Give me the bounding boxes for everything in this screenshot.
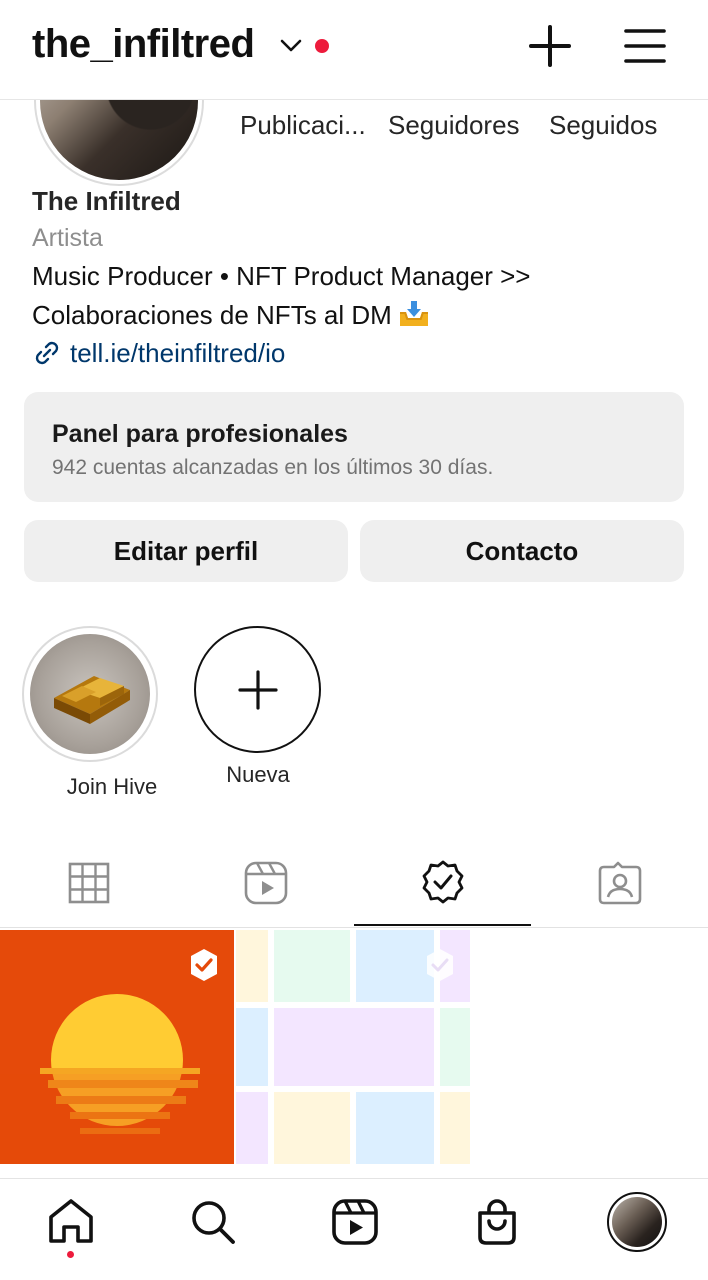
highlight-label: Nueva (226, 762, 290, 787)
display-name: The Infiltred (32, 186, 181, 216)
bio-line-2-text: Colaboraciones de NFTs al DM (32, 300, 392, 330)
bio-line-1: Music Producer • NFT Product Manager >> (32, 261, 531, 291)
collab-badge-icon (191, 949, 217, 981)
inbox-tray-emoji-icon (399, 301, 428, 326)
highlight-join-hive[interactable]: Join Hive (22, 626, 158, 799)
highlight-ring (22, 626, 158, 762)
tab-posts-grid[interactable] (0, 840, 177, 926)
post-thumbnail-pastel-grid[interactable] (236, 930, 470, 1164)
category-label: Artista (32, 224, 103, 252)
professional-dashboard-title: Panel para profesionales (52, 420, 348, 448)
link-icon (35, 341, 59, 365)
contact-button[interactable]: Contacto (360, 520, 684, 582)
posts-stat-label[interactable]: Publicaci... (240, 110, 366, 141)
reels-nav-icon[interactable] (330, 1197, 380, 1247)
bottom-navigation (0, 1178, 708, 1280)
grid-icon (68, 862, 109, 904)
tagged-user-icon (598, 861, 641, 905)
professional-dashboard-subtitle: 942 cuentas alcanzadas en los últimos 30… (52, 456, 494, 479)
followers-stat-label[interactable]: Seguidores (388, 110, 520, 141)
profile-nav-avatar[interactable] (607, 1192, 667, 1252)
profile-link[interactable]: tell.ie/theinfiltred/io (32, 338, 285, 368)
reels-icon (244, 861, 287, 905)
add-highlight-plus-icon (237, 669, 278, 710)
collab-check-icon (422, 860, 463, 904)
bio-line-2: Colaboraciones de NFTs al DM (32, 300, 430, 331)
tab-collabs[interactable] (354, 840, 531, 926)
profile-nav-avatar-image (612, 1197, 662, 1247)
search-icon[interactable] (188, 1197, 238, 1247)
profile-tabs (0, 840, 708, 928)
create-plus-icon[interactable] (528, 24, 572, 68)
username-title[interactable]: the_infiltred (32, 22, 255, 67)
highlight-new[interactable]: Nueva (194, 626, 321, 787)
profile-link-text[interactable]: tell.ie/theinfiltred/io (70, 338, 285, 368)
top-bar: the_infiltred (0, 0, 708, 100)
following-stat-label[interactable]: Seguidos (549, 110, 657, 141)
collab-badge-icon (427, 949, 453, 981)
new-highlight-ring (194, 626, 321, 753)
post-thumbnail-sunset[interactable] (0, 930, 234, 1164)
shop-bag-icon[interactable] (472, 1197, 522, 1247)
professional-dashboard-card[interactable]: Panel para profesionales 942 cuentas alc… (24, 392, 684, 502)
home-icon[interactable] (46, 1197, 96, 1247)
notification-dot (315, 39, 329, 53)
menu-icon[interactable] (624, 26, 666, 66)
chevron-down-icon[interactable] (280, 38, 302, 54)
home-activity-dot (67, 1251, 74, 1258)
edit-profile-button[interactable]: Editar perfil (24, 520, 348, 582)
tab-reels[interactable] (177, 840, 354, 926)
tab-tagged[interactable] (531, 840, 708, 926)
highlight-cover-image (30, 634, 150, 754)
